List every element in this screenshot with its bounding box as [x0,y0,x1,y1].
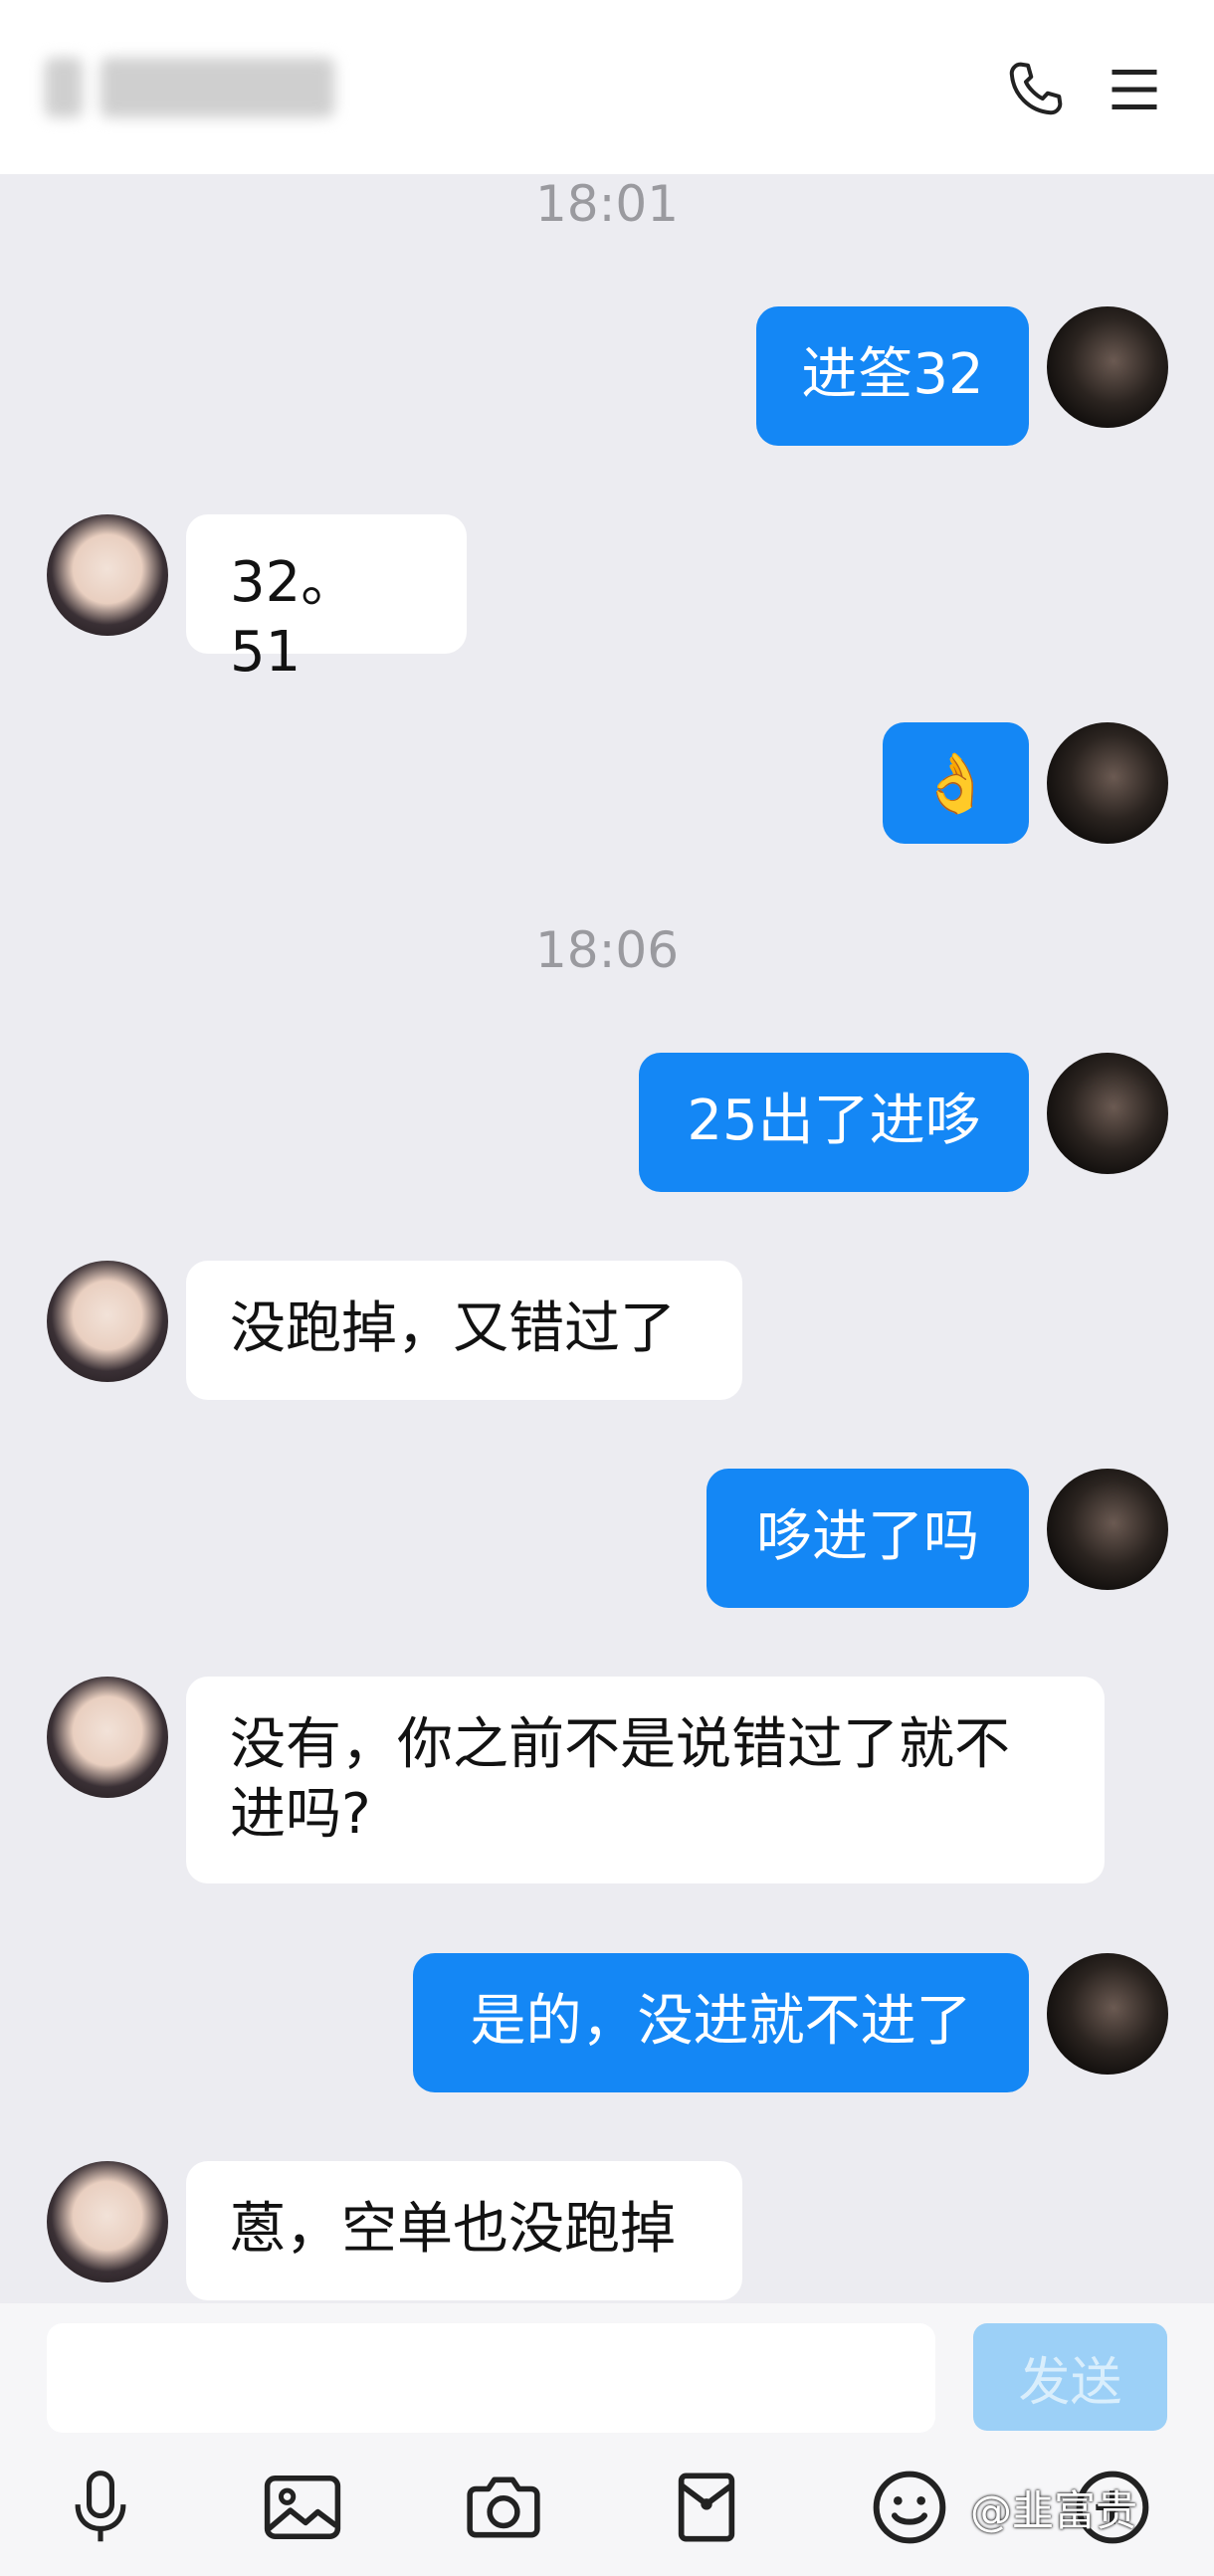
contact-message-bubble[interactable]: 没有，你之前不是说错过了就不 进吗? [186,1677,1105,1883]
contact-avatar[interactable] [47,2161,168,2282]
my-emoji-bubble[interactable]: 👌 [883,722,1029,844]
message-input[interactable] [47,2323,935,2433]
timestamp: 18:06 [534,921,680,979]
timestamp: 18:01 [534,175,680,233]
my-avatar[interactable] [1047,1953,1168,2075]
watermark: @韭富贵 [970,2486,1138,2535]
emoji-icon[interactable] [865,2463,954,2552]
menu-icon[interactable] [1095,50,1174,129]
red-packet-icon[interactable] [662,2463,751,2552]
mic-icon[interactable] [56,2463,145,2552]
my-message-bubble[interactable]: 进筌32 [756,306,1029,446]
send-button[interactable]: 发送 [973,2323,1167,2431]
image-icon[interactable] [258,2463,347,2552]
contact-message-bubble[interactable]: 没跑掉，又错过了 [186,1261,742,1400]
my-avatar[interactable] [1047,306,1168,428]
contact-avatar[interactable] [47,514,168,636]
my-message-bubble[interactable]: 25出了进哆 [639,1053,1029,1192]
phone-call-icon[interactable] [995,50,1075,129]
camera-icon[interactable] [459,2463,548,2552]
my-avatar[interactable] [1047,1053,1168,1174]
my-avatar[interactable] [1047,722,1168,844]
my-avatar[interactable] [1047,1469,1168,1590]
chat-header [0,0,1214,174]
contact-avatar[interactable] [47,1677,168,1798]
contact-name-blurred [45,48,353,127]
contact-message-bubble[interactable]: 32。51 [186,514,467,685]
contact-avatar[interactable] [47,1261,168,1382]
contact-message-bubble[interactable]: 蒽，空单也没跑掉 [186,2161,742,2300]
my-message-bubble[interactable]: 是的，没进就不进了 [413,1953,1029,2092]
my-message-bubble[interactable]: 哆进了吗 [707,1469,1029,1608]
